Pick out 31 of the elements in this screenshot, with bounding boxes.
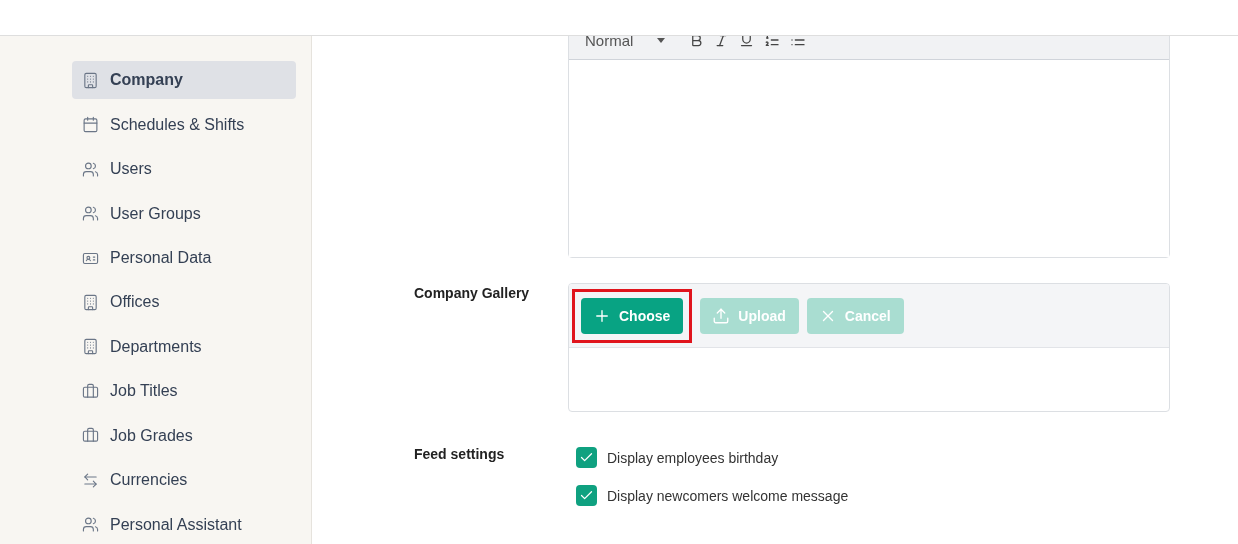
users-icon [82,160,99,178]
sidebar-item[interactable]: User Groups [72,194,296,233]
sidebar-item[interactable]: Schedules & Shifts [72,105,296,144]
building-icon [82,294,99,311]
briefcase-icon [82,427,99,445]
field-label: Feed settings [414,446,506,464]
bullet-list-icon[interactable] [790,36,807,48]
calendar-icon [82,116,99,134]
upload-icon [712,306,731,325]
building-icon [82,338,99,356]
ordered-list-icon[interactable] [764,36,781,48]
checkbox[interactable] [576,485,597,506]
sidebar-item[interactable]: Personal Data [72,238,296,278]
sidebar-item[interactable]: Offices [72,283,296,322]
sidebar-item[interactable]: Currencies [72,461,296,500]
sidebar-item[interactable]: Personal Assistant [72,505,296,544]
underline-icon[interactable] [739,36,755,48]
sidebar-item[interactable]: Job Grades [72,416,296,456]
building-icon [82,71,99,89]
checkbox[interactable] [576,447,597,468]
checkbox-option[interactable]: Display newcomers welcome message [576,485,849,506]
users-icon [82,205,99,223]
arrows-icon [82,471,99,489]
briefcase-icon [82,382,99,400]
checkbox-option[interactable]: Display employees birthday [576,447,849,468]
users-icon [82,516,99,534]
field-label: Company Gallery [414,284,531,303]
sidebar-item[interactable]: Users [72,149,296,189]
sidebar-item[interactable]: Company [72,61,296,100]
sidebar-item[interactable]: Departments [72,327,296,367]
sidebar-item[interactable]: Job Titles [72,372,296,411]
